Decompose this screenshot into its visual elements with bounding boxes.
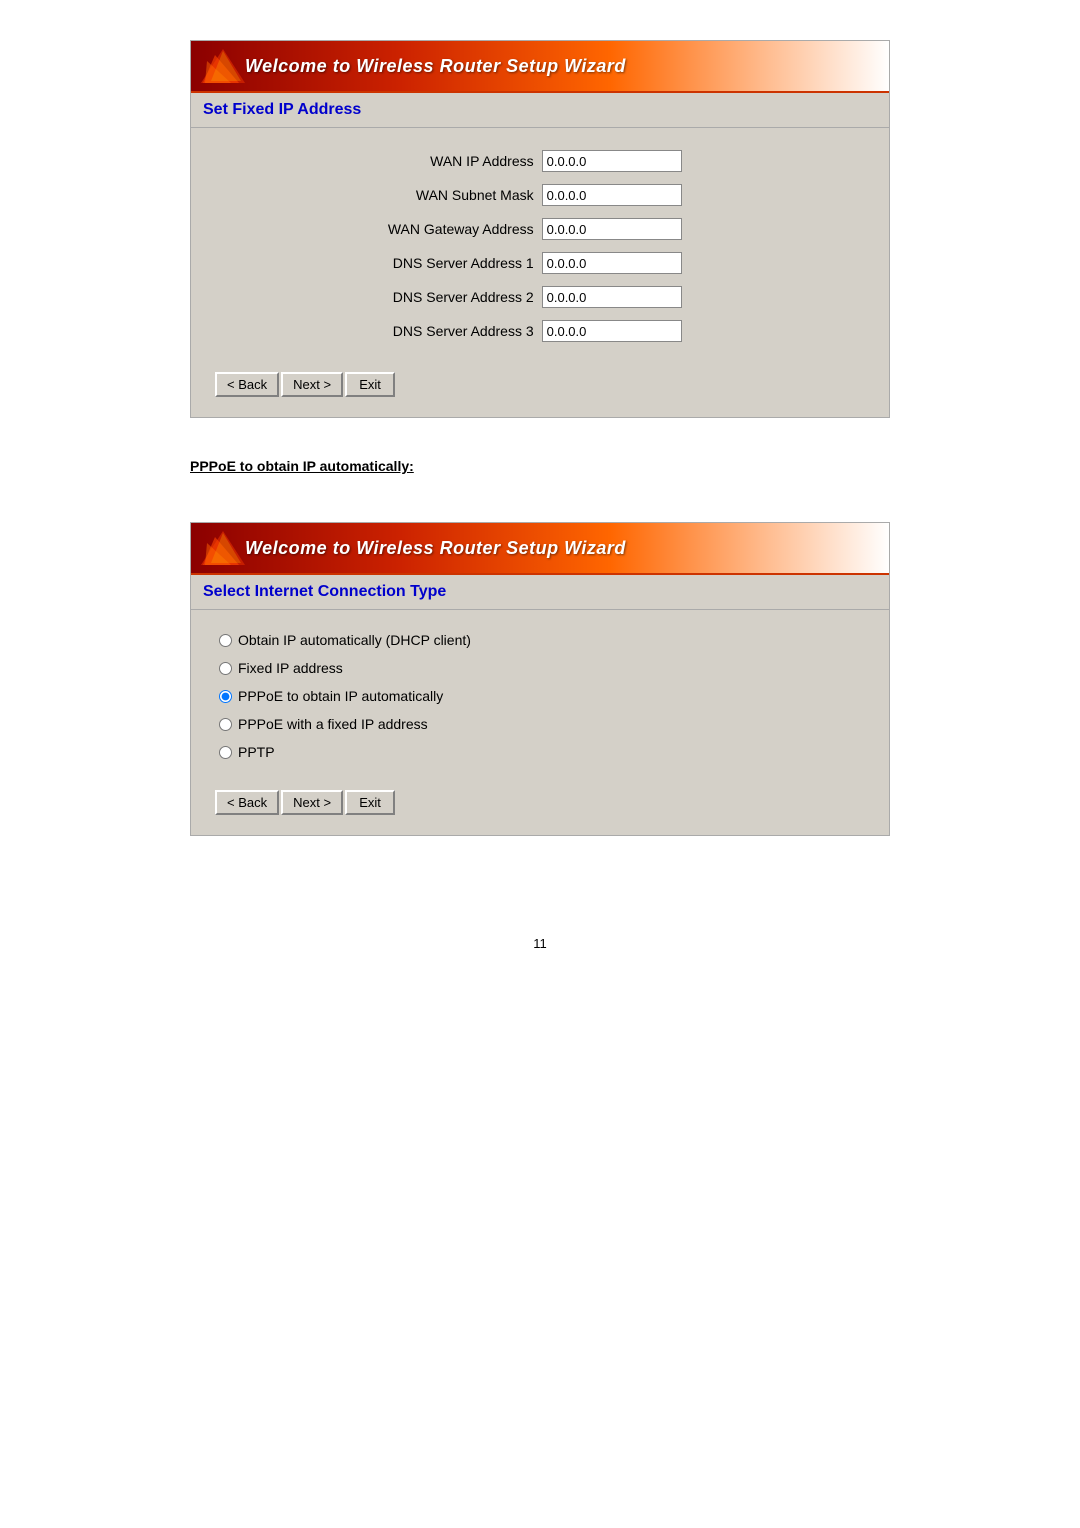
radio-label-opt2: Fixed IP address — [238, 660, 343, 676]
field-input-2[interactable] — [542, 218, 682, 240]
wizard-header-title-1: Welcome to Wireless Router Setup Wizard — [245, 56, 626, 77]
radio-label-opt4: PPPoE with a fixed IP address — [238, 716, 428, 732]
wizard-header-1: Welcome to Wireless Router Setup Wizard — [191, 41, 889, 93]
form-row: WAN Gateway Address — [211, 212, 869, 246]
panel2-body: Obtain IP automatically (DHCP client) Fi… — [191, 610, 889, 835]
field-input-cell-4 — [538, 280, 852, 314]
panel1-button-row: < Back Next > Exit — [211, 364, 869, 401]
field-label-5: DNS Server Address 3 — [211, 314, 538, 348]
panel2-exit-button[interactable]: Exit — [345, 790, 395, 815]
radio-input-opt5[interactable] — [219, 746, 232, 759]
field-input-cell-3 — [538, 246, 852, 280]
radio-input-opt3[interactable] — [219, 690, 232, 703]
fixed-ip-panel: Welcome to Wireless Router Setup Wizard … — [190, 40, 890, 418]
panel1-exit-button[interactable]: Exit — [345, 372, 395, 397]
radio-option-opt4[interactable]: PPPoE with a fixed IP address — [211, 710, 869, 738]
radio-label-opt5: PPTP — [238, 744, 275, 760]
radio-input-opt2[interactable] — [219, 662, 232, 675]
field-input-0[interactable] — [542, 150, 682, 172]
panel1-body: WAN IP Address WAN Subnet Mask WAN Gatew… — [191, 128, 889, 417]
panel2-next-button[interactable]: Next > — [281, 790, 343, 815]
field-label-2: WAN Gateway Address — [211, 212, 538, 246]
wizard-header-2: Welcome to Wireless Router Setup Wizard — [191, 523, 889, 575]
form-row: DNS Server Address 1 — [211, 246, 869, 280]
section2-label: PPPoE to obtain IP automatically: — [190, 458, 890, 474]
section-title-2: Select Internet Connection Type — [191, 575, 889, 610]
connection-type-panel: Welcome to Wireless Router Setup Wizard … — [190, 522, 890, 836]
router-logo-icon — [201, 47, 245, 85]
field-input-5[interactable] — [542, 320, 682, 342]
section-title-1: Set Fixed IP Address — [191, 93, 889, 128]
form-row: WAN Subnet Mask — [211, 178, 869, 212]
radio-option-opt5[interactable]: PPTP — [211, 738, 869, 766]
radio-option-opt2[interactable]: Fixed IP address — [211, 654, 869, 682]
radio-input-opt1[interactable] — [219, 634, 232, 647]
panel2-back-button[interactable]: < Back — [215, 790, 279, 815]
panel2-button-row: < Back Next > Exit — [211, 782, 869, 819]
page-content: Welcome to Wireless Router Setup Wizard … — [190, 40, 890, 951]
radio-label-opt1: Obtain IP automatically (DHCP client) — [238, 632, 471, 648]
radio-input-opt4[interactable] — [219, 718, 232, 731]
router-logo-icon-2 — [201, 529, 245, 567]
wizard-header-title-2: Welcome to Wireless Router Setup Wizard — [245, 538, 626, 559]
radio-label-opt3: PPPoE to obtain IP automatically — [238, 688, 443, 704]
field-label-1: WAN Subnet Mask — [211, 178, 538, 212]
radio-option-opt1[interactable]: Obtain IP automatically (DHCP client) — [211, 626, 869, 654]
panel1-next-button[interactable]: Next > — [281, 372, 343, 397]
field-input-cell-1 — [538, 178, 852, 212]
field-input-1[interactable] — [542, 184, 682, 206]
panel1-back-button[interactable]: < Back — [215, 372, 279, 397]
field-label-0: WAN IP Address — [211, 144, 538, 178]
form-row: WAN IP Address — [211, 144, 869, 178]
fixed-ip-form: WAN IP Address WAN Subnet Mask WAN Gatew… — [211, 144, 869, 348]
form-row: DNS Server Address 3 — [211, 314, 869, 348]
field-input-3[interactable] — [542, 252, 682, 274]
field-label-4: DNS Server Address 2 — [211, 280, 538, 314]
field-input-cell-5 — [538, 314, 852, 348]
radio-option-opt3[interactable]: PPPoE to obtain IP automatically — [211, 682, 869, 710]
field-input-4[interactable] — [542, 286, 682, 308]
field-label-3: DNS Server Address 1 — [211, 246, 538, 280]
connection-type-options: Obtain IP automatically (DHCP client) Fi… — [211, 626, 869, 766]
form-row: DNS Server Address 2 — [211, 280, 869, 314]
field-input-cell-2 — [538, 212, 852, 246]
page-number: 11 — [190, 936, 890, 951]
field-input-cell-0 — [538, 144, 852, 178]
